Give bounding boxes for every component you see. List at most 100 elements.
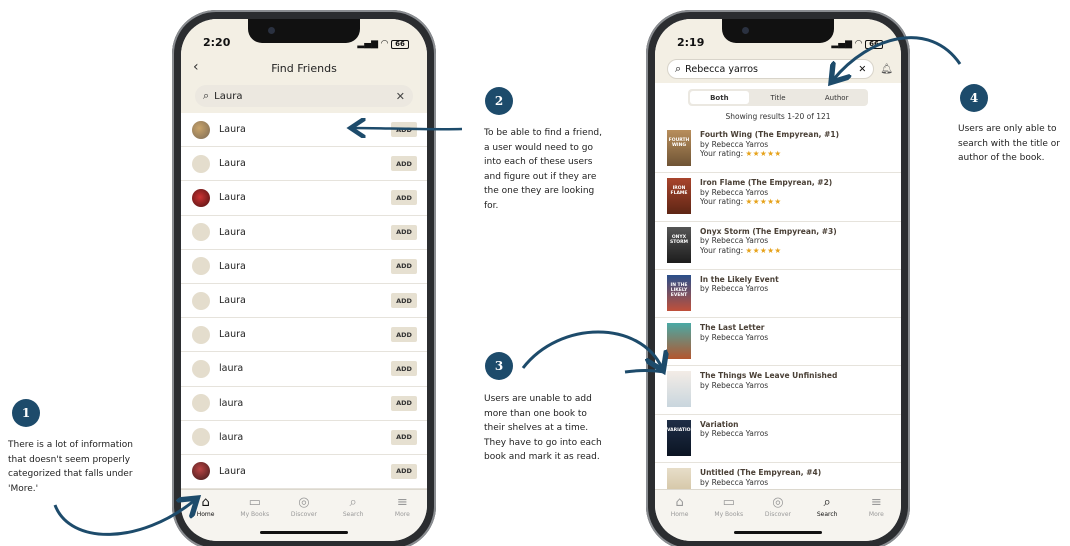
book-info: In the Likely Event by Rebecca Yarros [700, 275, 779, 317]
star-rating-icon[interactable]: ★★★★★ [746, 197, 782, 206]
book-title[interactable]: Fourth Wing (The Empyrean, #1) [700, 130, 839, 140]
add-friend-button[interactable]: ADD [391, 190, 417, 206]
back-chevron-icon[interactable]: ‹ [193, 59, 199, 75]
compass-icon: ◎ [772, 495, 784, 510]
book-title[interactable]: Variation [700, 420, 768, 430]
avatar [192, 120, 210, 139]
book-list: FOURTH WING Fourth Wing (The Empyrean, #… [655, 125, 901, 512]
case-study-page: 2:20 ▂▄▆ ◠ 66 ‹ Find Friends ⌕ Laura ✕ L… [0, 0, 1070, 546]
add-friend-button[interactable]: ADD [391, 361, 417, 377]
list-item[interactable]: laura ADD [181, 421, 427, 455]
add-friend-button[interactable]: ADD [391, 258, 417, 274]
avatar [192, 325, 210, 344]
nav-bar: ‹ Find Friends [181, 55, 427, 81]
book-info: Iron Flame (The Empyrean, #2) by Rebecca… [700, 178, 832, 220]
list-item[interactable]: Laura ADD [181, 181, 427, 216]
notch [248, 19, 360, 43]
book-cover [667, 323, 691, 360]
book-rating: Your rating: ★★★★★ [700, 197, 832, 207]
page-title: Find Friends [271, 61, 337, 75]
list-item[interactable]: The Last Letter by Rebecca Yarros [655, 318, 901, 367]
annotation-badge-4: 4 [960, 84, 988, 112]
book-info: The Things We Leave Unfinished by Rebecc… [700, 371, 837, 413]
list-item[interactable]: Laura ADD [181, 318, 427, 353]
list-item[interactable]: IRON FLAME Iron Flame (The Empyrean, #2)… [655, 173, 901, 222]
tab-search[interactable]: ⌕ Search [330, 495, 376, 541]
book-icon: ▭ [248, 495, 261, 510]
book-cover: FOURTH WING [667, 130, 691, 166]
tab-search[interactable]: ⌕ Search [804, 495, 850, 541]
list-item[interactable]: VARIATION Variation by Rebecca Yarros [655, 415, 901, 464]
clear-icon[interactable]: ✕ [396, 90, 405, 103]
star-rating-icon[interactable]: ★★★★★ [746, 149, 782, 158]
search-icon: ⌕ [349, 495, 357, 510]
tab-more[interactable]: ≡ More [853, 495, 899, 541]
friend-name: Laura [219, 465, 246, 477]
search-icon: ⌕ [203, 89, 210, 102]
home-indicator [260, 531, 348, 534]
add-friend-button[interactable]: ADD [391, 224, 417, 240]
avatar [192, 462, 210, 481]
book-cover: ONYX STORM [667, 226, 691, 263]
list-item[interactable]: laura ADD [181, 352, 427, 387]
status-time: 2:20 [203, 36, 231, 49]
clear-icon[interactable]: ✕ [858, 64, 866, 75]
list-item[interactable]: FOURTH WING Fourth Wing (The Empyrean, #… [655, 125, 901, 174]
friend-name: Laura [219, 329, 246, 341]
book-title[interactable]: The Last Letter [700, 323, 768, 333]
list-item[interactable]: Laura ADD [181, 113, 427, 148]
star-rating-icon[interactable]: ★★★★★ [746, 246, 782, 255]
tab-label: My Books [714, 511, 744, 518]
tab-discover[interactable]: ◎ Discover [755, 495, 801, 541]
status-time: 2:19 [677, 36, 705, 49]
book-title[interactable]: Iron Flame (The Empyrean, #2) [700, 178, 832, 188]
book-info: Fourth Wing (The Empyrean, #1) by Rebecc… [700, 130, 839, 172]
book-title[interactable]: Untitled (The Empyrean, #4) [700, 468, 821, 478]
search-value: Laura [214, 90, 243, 102]
list-item[interactable]: IN THE LIKELY EVENT In the Likely Event … [655, 270, 901, 319]
friend-name: Laura [219, 158, 246, 170]
right-phone-screen: 2:19 ▂▄▆ ◠ 66 ⌕ Rebecca yarros ✕ 🔔︎ Both… [655, 19, 901, 541]
add-friend-button[interactable]: ADD [391, 395, 417, 411]
search-input[interactable]: ⌕ Rebecca yarros ✕ [667, 59, 875, 79]
bell-icon[interactable]: 🔔︎ [880, 64, 893, 75]
list-item[interactable]: Laura ADD [181, 216, 427, 250]
tab-more[interactable]: ≡ More [379, 495, 425, 541]
book-title[interactable]: In the Likely Event [700, 275, 779, 285]
book-rating: Your rating: ★★★★★ [700, 246, 837, 256]
list-item[interactable]: Laura ADD [181, 250, 427, 284]
list-item[interactable]: Laura ADD [181, 147, 427, 182]
status-icons: ▂▄▆ ◠ 66 [831, 39, 883, 49]
list-item[interactable]: laura ADD [181, 387, 427, 421]
tab-discover[interactable]: ◎ Discover [281, 495, 327, 541]
avatar [192, 188, 210, 207]
menu-icon: ≡ [396, 495, 408, 510]
tab-my-books[interactable]: ▭ My Books [232, 495, 278, 541]
add-friend-button[interactable]: ADD [391, 122, 417, 138]
search-filter-segment: Both Title Author [688, 89, 868, 106]
list-item[interactable]: Laura ADD [181, 284, 427, 319]
search-input[interactable]: ⌕ Laura ✕ [195, 85, 413, 107]
add-friend-button[interactable]: ADD [391, 429, 417, 445]
book-info: The Last Letter by Rebecca Yarros [700, 323, 768, 365]
add-friend-button[interactable]: ADD [391, 156, 417, 172]
tab-home[interactable]: ⌂ Home [657, 495, 703, 541]
add-friend-button[interactable]: ADD [391, 463, 417, 479]
tab-my-books[interactable]: ▭ My Books [706, 495, 752, 541]
segment-author[interactable]: Author [807, 91, 866, 104]
book-title[interactable]: The Things We Leave Unfinished [700, 371, 837, 381]
book-title[interactable]: Onyx Storm (The Empyrean, #3) [700, 227, 837, 237]
list-item[interactable]: The Things We Leave Unfinished by Rebecc… [655, 366, 901, 415]
segment-title[interactable]: Title [749, 91, 808, 104]
book-author: by Rebecca Yarros [700, 477, 769, 487]
list-item[interactable]: Laura ADD [181, 455, 427, 490]
status-icons: ▂▄▆ ◠ 66 [357, 39, 409, 49]
avatar [192, 257, 210, 276]
list-item[interactable]: ONYX STORM Onyx Storm (The Empyrean, #3)… [655, 222, 901, 270]
segment-both[interactable]: Both [690, 91, 749, 104]
book-author: by Rebecca Yarros [700, 236, 769, 246]
rating-label: Your rating: [700, 245, 744, 255]
add-friend-button[interactable]: ADD [391, 293, 417, 309]
tab-home[interactable]: ⌂ Home [183, 495, 229, 541]
add-friend-button[interactable]: ADD [391, 327, 417, 343]
